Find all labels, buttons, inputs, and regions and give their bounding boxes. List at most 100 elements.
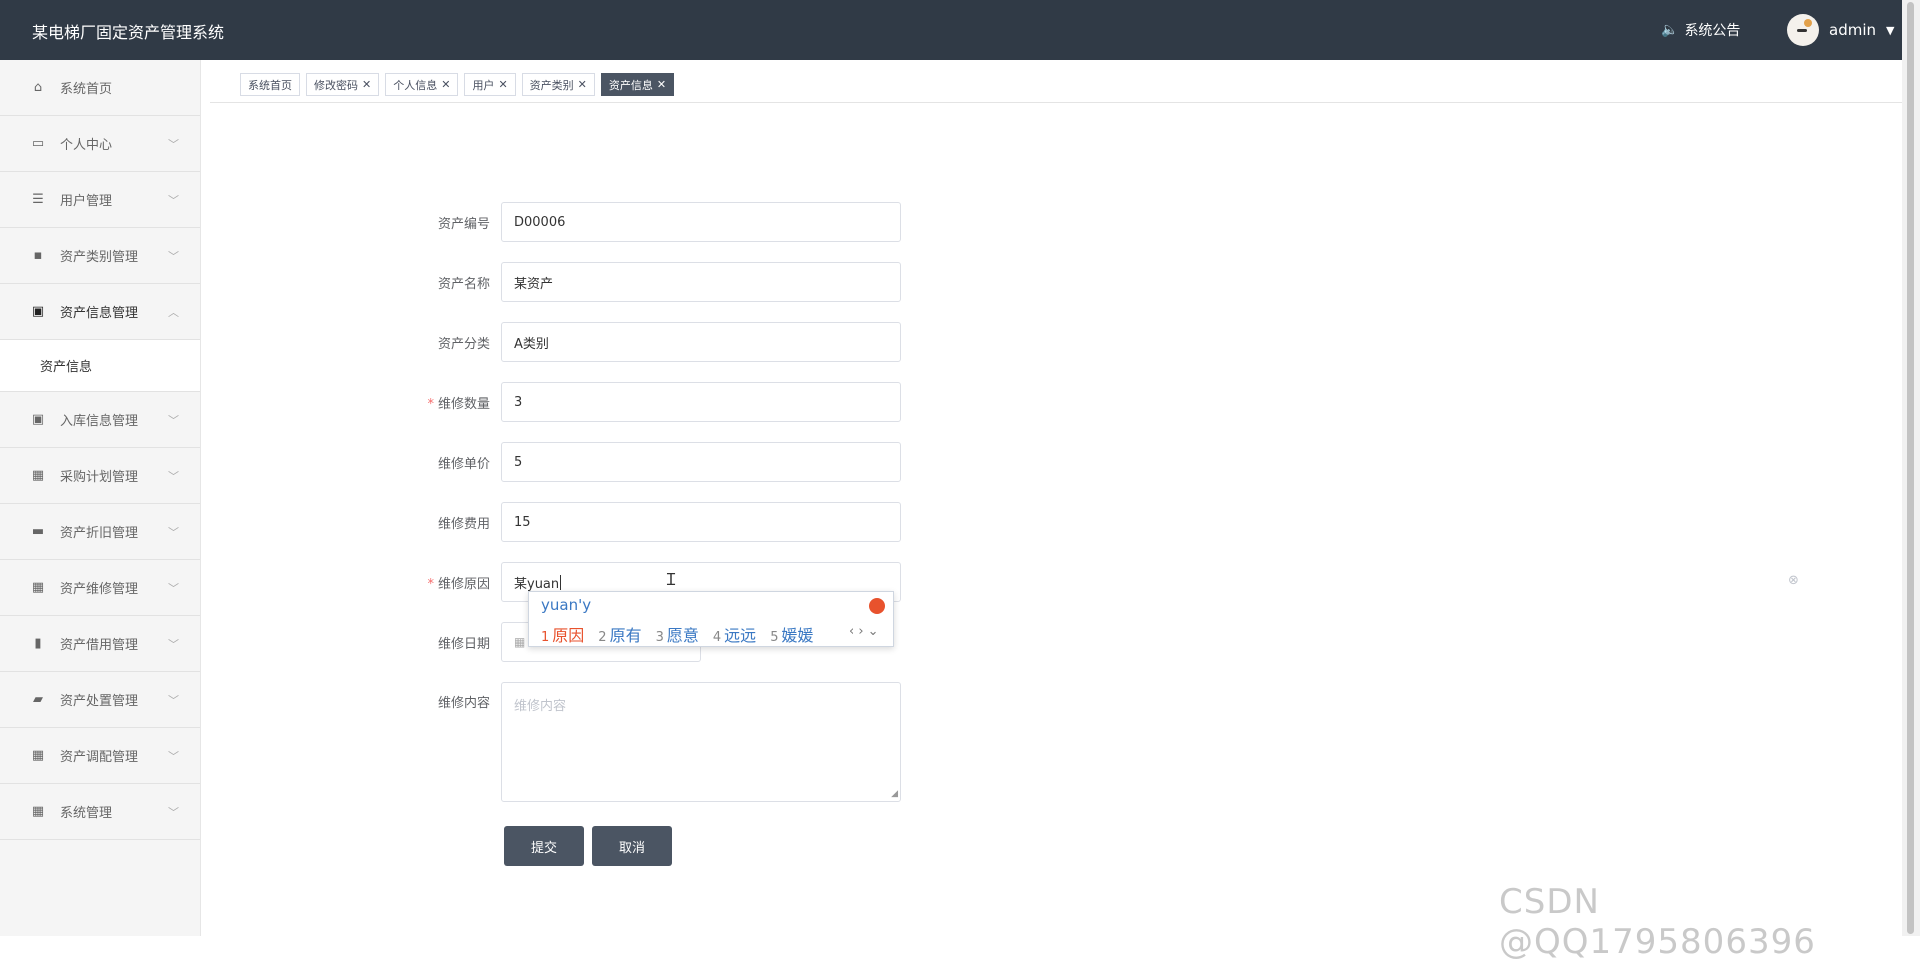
notice-button[interactable]: 🔈 系统公告: [1661, 20, 1740, 40]
close-icon[interactable]: ✕: [498, 78, 507, 91]
repair-reason-label: * 维修原因: [420, 573, 490, 592]
chevron-down-icon: ﹀: [168, 469, 179, 483]
tab-home[interactable]: 系统首页: [240, 73, 300, 96]
close-icon[interactable]: ✕: [657, 78, 666, 91]
ime-candidate-number: 4: [712, 630, 722, 645]
sidebar-item-label: 资产折旧管理: [60, 526, 139, 541]
repair-cost-label: 维修费用: [437, 516, 490, 532]
asset-no-input[interactable]: D00006: [501, 202, 901, 242]
watermark: CSDN @QQ1795806396: [1499, 882, 1816, 962]
asset-category-label: 资产分类: [437, 336, 490, 352]
asset-name-input[interactable]: 某资产: [501, 262, 901, 302]
close-icon[interactable]: ✕: [362, 78, 371, 91]
cancel-button[interactable]: 取消: [592, 826, 672, 866]
username: admin: [1829, 21, 1876, 39]
grid-icon: ▦: [31, 467, 45, 483]
ibeam-cursor-icon: Ｉ: [663, 570, 680, 589]
home-icon: ⌂: [33, 79, 43, 95]
tab-label: 修改密码: [314, 78, 358, 92]
sidebar-item-repair[interactable]: ▦ 资产维修管理 ﹀: [0, 560, 200, 616]
repair-qty-label-text: 维修数量: [437, 396, 490, 412]
sidebar-item-label: 系统首页: [60, 82, 113, 97]
sidebar-item-label: 个人中心: [60, 138, 113, 153]
sidebar-item-inbound[interactable]: ▣ 入库信息管理 ﹀: [0, 392, 200, 448]
tab-personal-info[interactable]: 个人信息 ✕: [385, 73, 459, 96]
ime-candidate-window: yuan'y 1 原因 2 原有 3 愿意 4 远远 5 媛媛 ‹ › ⌄: [528, 591, 894, 647]
sidebar-item-label: 资产维修管理: [60, 582, 139, 597]
sidebar-item-profile-center[interactable]: ▭ 个人中心 ﹀: [0, 116, 200, 172]
ime-candidate-number: 2: [598, 630, 607, 645]
repair-content-label: 维修内容: [437, 696, 490, 711]
chevron-down-icon: ﹀: [168, 193, 179, 207]
resize-grip-icon[interactable]: ◢: [891, 789, 898, 799]
sidebar-item-purchase-plan[interactable]: ▦ 采购计划管理 ﹀: [0, 448, 200, 504]
repair-qty-input[interactable]: 3: [501, 382, 901, 422]
ime-candidate[interactable]: 3 愿意: [656, 622, 699, 646]
sidebar-item-label: 资产调配管理: [60, 750, 139, 765]
asset-category-input[interactable]: A类别: [501, 322, 901, 362]
tab-asset-info[interactable]: 资产信息 ✕: [600, 73, 675, 96]
close-icon[interactable]: ✕: [441, 78, 450, 91]
page-scrollbar[interactable]: [1902, 0, 1920, 936]
repair-content-textarea[interactable]: 维修内容 ◢: [501, 682, 901, 802]
repair-reason-value: 某yuan: [514, 576, 560, 592]
chevron-down-icon: ﹀: [168, 525, 179, 539]
repair-qty-label: * 维修数量: [420, 393, 490, 412]
notice-label: 系统公告: [1684, 23, 1741, 39]
sidebar: ⌂ 系统首页 ▭ 个人中心 ﹀ ☰ 用户管理 ﹀ ▪ 资产类别管理 ﹀ ▣ 资产…: [0, 60, 201, 936]
tab-label: 资产类别: [529, 78, 574, 92]
chevron-down-icon: ﹀: [168, 805, 179, 819]
ime-candidate[interactable]: 1 原因: [541, 622, 584, 646]
sidebar-item-label: 系统管理: [60, 806, 113, 821]
user-menu[interactable]: admin ▼: [1787, 14, 1894, 46]
ime-candidate-number: 5: [770, 630, 779, 645]
sidebar-item-label: 采购计划管理: [60, 470, 139, 485]
list-icon: ☰: [32, 191, 44, 207]
tags-view: 系统首页 修改密码 ✕ 个人信息 ✕ 用户 ✕ 资产类别 ✕ 资产信息 ✕: [210, 60, 1902, 103]
asset-name-label: 资产名称: [437, 276, 490, 292]
tab-users[interactable]: 用户 ✕: [464, 73, 516, 96]
ime-candidate[interactable]: 4 远远: [713, 622, 756, 646]
submenu-label: 资产信息: [40, 360, 93, 375]
close-icon[interactable]: ✕: [578, 78, 587, 91]
tab-label: 用户: [472, 78, 495, 92]
tab-change-password[interactable]: 修改密码 ✕: [306, 73, 380, 96]
caret-down-icon: ▼: [1886, 23, 1895, 37]
sidebar-item-home[interactable]: ⌂ 系统首页: [0, 60, 200, 116]
sidebar-item-depreciation[interactable]: ▬ 资产折旧管理 ﹀: [0, 504, 200, 560]
ime-composition: yuan'y: [541, 596, 592, 614]
ime-candidate[interactable]: 5 媛媛: [770, 622, 813, 646]
submit-button[interactable]: 提交: [504, 826, 584, 866]
tab-asset-category[interactable]: 资产类别 ✕: [521, 73, 595, 96]
book-icon: ▮: [34, 635, 42, 651]
sidebar-item-asset-info[interactable]: ▣ 资产信息管理 ︿: [0, 284, 200, 340]
required-asterisk: *: [427, 396, 434, 412]
sidebar-item-disposal[interactable]: ▰ 资产处置管理 ﹀: [0, 672, 200, 728]
chat-icon: ▪: [33, 247, 43, 263]
sidebar-item-asset-category[interactable]: ▪ 资产类别管理 ﹀: [0, 228, 200, 284]
clear-circle-icon[interactable]: ⊗: [1788, 573, 1799, 588]
calendar-icon: ▦: [514, 635, 526, 649]
ime-candidate-text: 愿意: [666, 626, 699, 645]
chevron-down-icon: ﹀: [168, 749, 179, 763]
repair-cost-input[interactable]: 15: [501, 502, 901, 542]
sidebar-item-system[interactable]: ▦ 系统管理 ﹀: [0, 784, 200, 840]
submenu-asset-info[interactable]: 资产信息: [0, 340, 200, 392]
repair-price-input[interactable]: 5: [501, 442, 901, 482]
chevron-down-icon: ﹀: [168, 581, 179, 595]
sidebar-item-borrow[interactable]: ▮ 资产借用管理 ﹀: [0, 616, 200, 672]
sidebar-item-allocation[interactable]: ▦ 资产调配管理 ﹀: [0, 728, 200, 784]
chevron-down-icon: ﹀: [168, 137, 179, 151]
repair-price-value: 5: [514, 454, 523, 470]
sidebar-item-label: 用户管理: [60, 194, 113, 209]
top-header: 某电梯厂固定资产管理系统 🔈 系统公告 admin ▼: [0, 0, 1902, 60]
repair-price-label: 维修单价: [437, 456, 490, 472]
ime-page-nav[interactable]: ‹ › ⌄: [849, 624, 879, 639]
clipboard-check-icon: ▣: [31, 411, 45, 427]
sidebar-item-label: 资产类别管理: [60, 250, 139, 265]
asset-category-value: A类别: [514, 336, 549, 352]
scrollbar-thumb[interactable]: [1907, 2, 1914, 934]
chevron-down-icon: ﹀: [168, 249, 179, 263]
sidebar-item-users[interactable]: ☰ 用户管理 ﹀: [0, 172, 200, 228]
ime-candidate[interactable]: 2 原有: [598, 622, 641, 646]
